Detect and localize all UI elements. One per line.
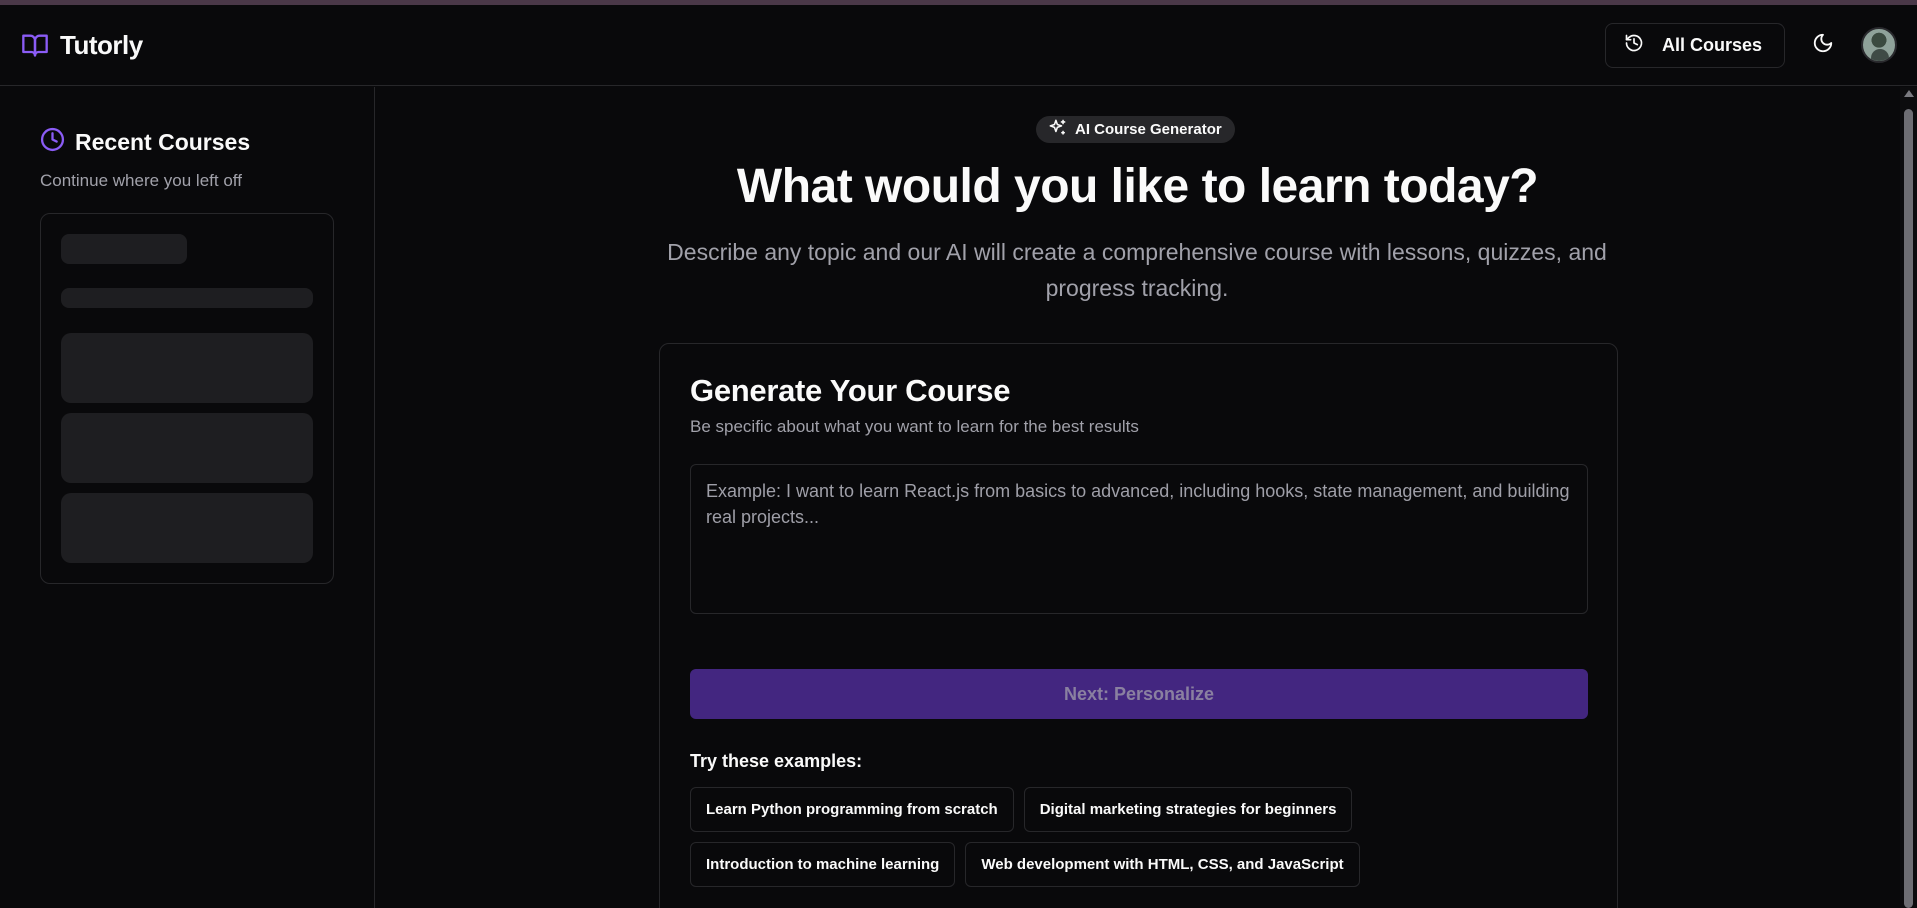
clock-icon [40,127,65,157]
skeleton-block [61,493,313,563]
recent-courses-title: Recent Courses [75,128,251,155]
avatar[interactable] [1861,27,1897,63]
next-personalize-button[interactable]: Next: Personalize [690,669,1588,719]
example-chips: Learn Python programming from scratch Di… [690,787,1588,887]
badge-label: AI Course Generator [1075,121,1222,138]
generator-title: Generate Your Course [690,373,1011,408]
all-courses-label: All Courses [1661,34,1762,55]
course-prompt-input[interactable] [690,464,1588,614]
course-generator-card: Generate Your Course Be specific about w… [659,343,1618,908]
all-courses-button[interactable]: All Courses [1604,22,1785,68]
example-chip[interactable]: Web development with HTML, CSS, and Java… [965,842,1360,887]
scroll-up-arrow-icon[interactable] [1904,90,1914,97]
recent-courses-skeleton [40,213,334,584]
history-icon [1624,33,1644,58]
example-chip[interactable]: Digital marketing strategies for beginne… [1023,787,1353,832]
examples-label: Try these examples: [690,751,863,771]
book-open-icon [20,30,50,60]
example-chip[interactable]: Learn Python programming from scratch [690,787,1014,832]
skeleton-block [61,413,313,483]
skeleton-line [61,288,313,308]
top-navbar: Tutorly All Courses [0,5,1917,86]
page-title: What would you like to learn today? [736,160,1539,213]
scrollbar-thumb[interactable] [1904,109,1913,908]
brand-name: Tutorly [60,29,143,60]
ai-generator-badge: AI Course Generator [1036,116,1235,143]
example-chip[interactable]: Introduction to machine learning [690,842,956,887]
skeleton-block [61,333,313,403]
brand[interactable]: Tutorly [20,30,143,61]
moon-icon [1812,32,1834,59]
skeleton-line [61,234,187,264]
main-content: AI Course Generator What would you like … [376,87,1899,908]
page-subtitle: Describe any topic and our AI will creat… [667,239,1607,301]
page-scrollbar[interactable] [1900,87,1917,908]
generator-subtitle: Be specific about what you want to learn… [690,417,1139,436]
sparkles-icon [1048,118,1067,141]
sidebar-recent-courses: Recent Courses Continue where you left o… [0,87,375,908]
recent-courses-subtitle: Continue where you left off [40,171,242,190]
theme-toggle[interactable] [1809,31,1837,59]
